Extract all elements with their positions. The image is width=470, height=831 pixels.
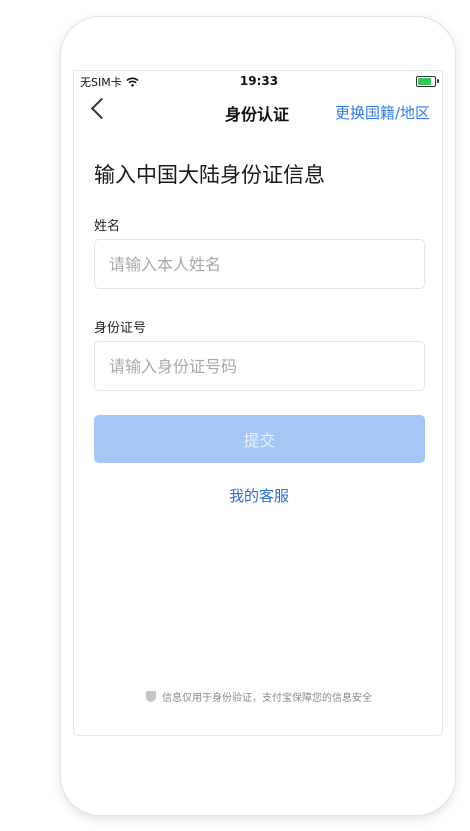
privacy-notice-text: 信息仅用于身份验证，支付宝保障您的信息安全	[162, 693, 372, 704]
battery-level	[418, 78, 431, 85]
battery-charging-icon	[416, 76, 439, 87]
name-input[interactable]	[94, 239, 425, 289]
nav-bar: 身份认证 更换国籍/地区	[74, 97, 444, 129]
back-button[interactable]	[80, 97, 114, 129]
name-label: 姓名	[94, 219, 121, 234]
privacy-notice: 信息仅用于身份验证，支付宝保障您的信息安全	[74, 689, 444, 704]
shield-icon	[146, 691, 156, 702]
status-bar: 无SIM卡 19:33	[74, 71, 444, 93]
change-region-link[interactable]: 更换国籍/地区	[335, 102, 430, 123]
customer-service-link[interactable]: 我的客服	[74, 485, 444, 506]
page-title: 身份认证	[225, 105, 290, 124]
id-number-label: 身份证号	[94, 321, 147, 336]
app-screen: 无SIM卡 19:33 身份认证 更换国籍/地区 输入中国大陆身份证信息 姓名 …	[73, 70, 443, 736]
form-heading: 输入中国大陆身份证信息	[94, 163, 325, 187]
submit-button[interactable]: 提交	[94, 415, 425, 463]
id-number-input[interactable]	[94, 341, 425, 391]
status-time: 19:33	[239, 74, 279, 88]
back-chevron-icon	[90, 97, 113, 120]
